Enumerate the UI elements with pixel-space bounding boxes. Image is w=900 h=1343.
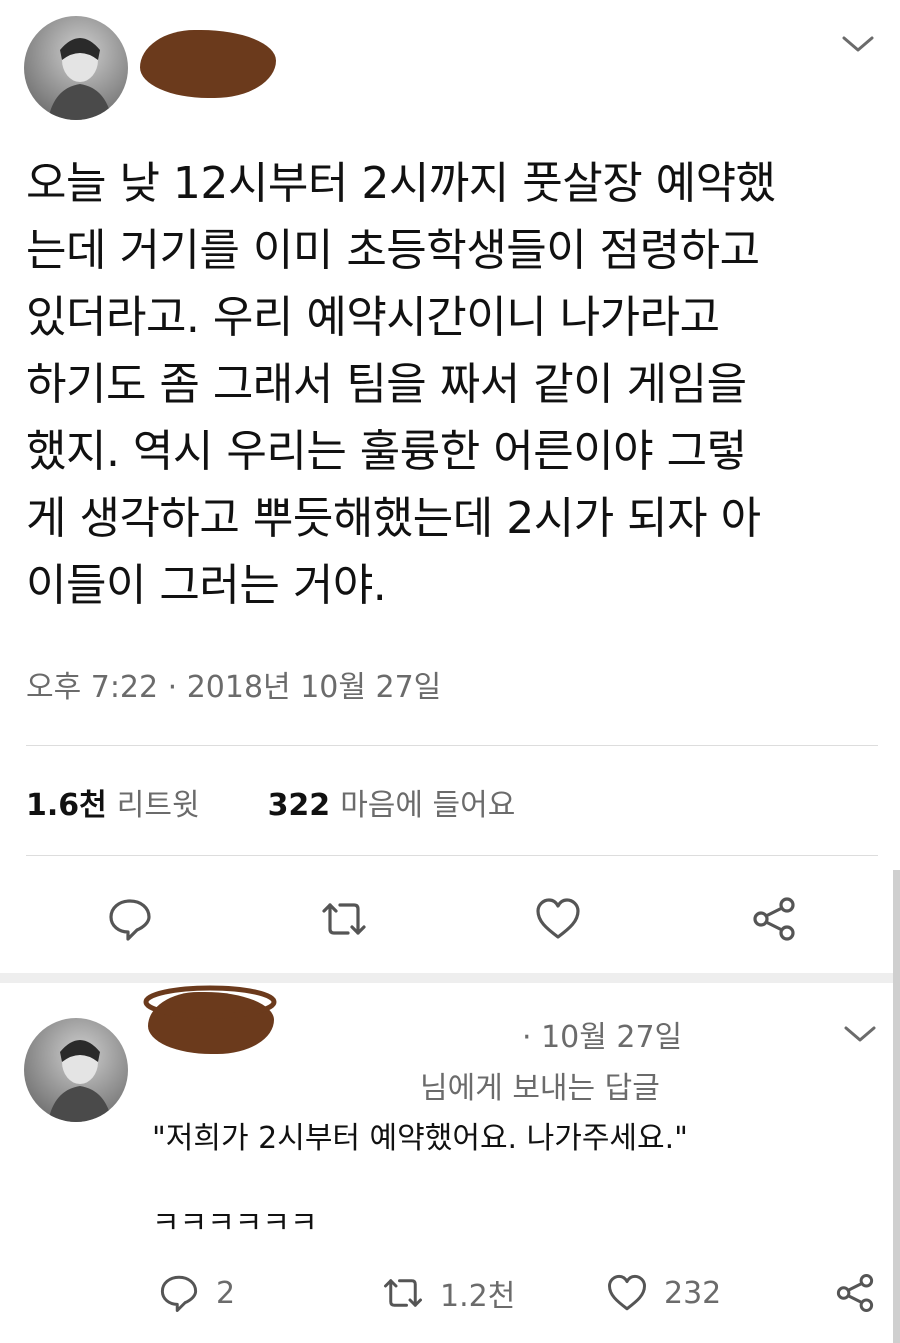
share-icon	[836, 1274, 874, 1312]
reply-icon	[160, 1275, 198, 1312]
chevron-down-icon[interactable]	[840, 32, 876, 56]
reply-reply-button[interactable]: 2	[158, 1268, 235, 1318]
redaction-scribble	[143, 985, 277, 1019]
like-icon[interactable]	[534, 895, 582, 943]
retweet-count: 1.2천	[440, 1279, 516, 1314]
replying-to-text[interactable]: 님에게 보내는 답글	[420, 1063, 660, 1107]
reply-icon[interactable]	[106, 895, 154, 943]
retweet-label[interactable]: 리트윗	[117, 788, 200, 823]
scroll-edge	[893, 870, 900, 1343]
avatar-photo-icon	[48, 1040, 112, 1122]
divider	[26, 745, 878, 746]
tweet-avatar[interactable]	[24, 16, 128, 120]
section-separator	[0, 973, 900, 983]
reply-retweet-button[interactable]: 1.2천	[382, 1268, 515, 1318]
reply-date[interactable]: · 10월 27일	[522, 1012, 682, 1056]
reply-laugh-text: ㅋㅋㅋㅋㅋㅋ	[152, 1206, 318, 1241]
redacted-username	[140, 30, 276, 98]
like-icon	[608, 1274, 646, 1311]
tweet-text: 오늘 낮 12시부터 2시까지 풋살장 예약했 는데 거기를 이미 초등학생들이…	[26, 158, 776, 611]
retweet-icon	[384, 1279, 422, 1307]
retweet-icon[interactable]	[320, 895, 368, 943]
reply-count: 2	[216, 1275, 236, 1311]
like-count[interactable]: 322	[268, 788, 331, 823]
like-count: 232	[664, 1275, 722, 1311]
avatar-photo-icon	[48, 38, 112, 120]
divider	[26, 855, 878, 856]
reply-share-button[interactable]	[834, 1268, 892, 1318]
chevron-down-icon[interactable]	[842, 1022, 878, 1046]
tweet-stats: 1.6천 리트윗 322 마음에 들어요	[26, 780, 515, 824]
tweet-timestamp[interactable]: 오후 7:22 · 2018년 10월 27일	[26, 662, 441, 706]
like-label[interactable]: 마음에 들어요	[340, 788, 515, 823]
retweet-count[interactable]: 1.6천	[26, 788, 107, 823]
reply-like-button[interactable]: 232	[606, 1268, 721, 1318]
reply-avatar[interactable]	[24, 1018, 128, 1122]
reply-text: "저희가 2시부터 예약했어요. 나가주세요."	[152, 1121, 688, 1156]
share-icon[interactable]	[750, 895, 798, 943]
